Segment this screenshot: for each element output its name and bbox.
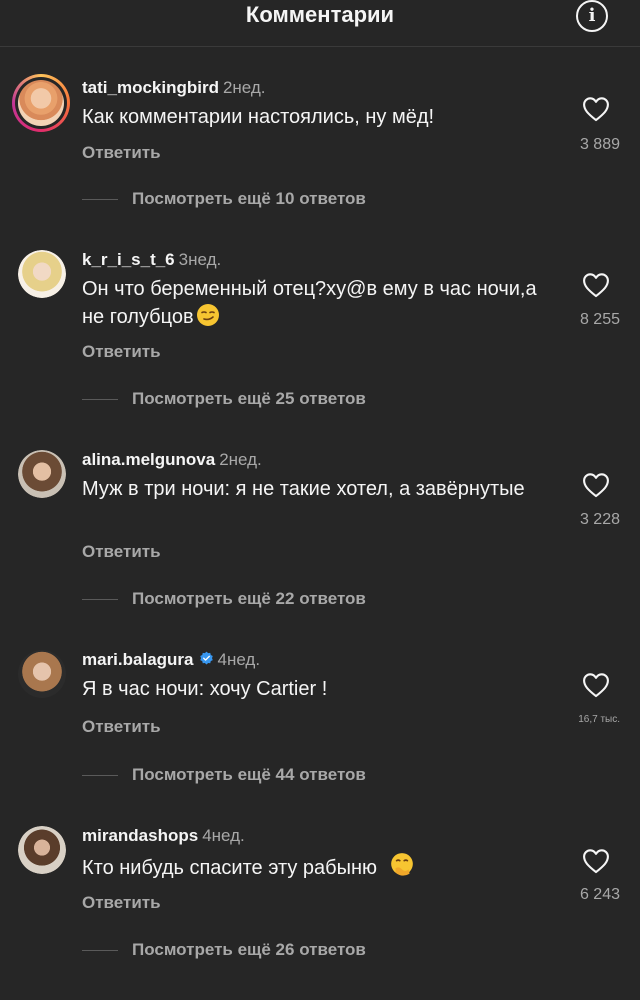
timestamp: 2нед. xyxy=(219,450,262,469)
view-replies-button[interactable]: Посмотреть ещё 22 ответов xyxy=(82,588,366,610)
comment-text: Муж в три ночи: я не такие хотел, а завё… xyxy=(82,478,525,500)
username[interactable]: alina.melgunova xyxy=(82,450,215,469)
smirking-face-emoji xyxy=(196,304,219,326)
timestamp: 4нед. xyxy=(202,826,245,845)
heart-icon[interactable] xyxy=(582,848,610,874)
divider xyxy=(82,949,118,951)
avatar[interactable] xyxy=(18,250,66,298)
comment-text: Он что беременный отец?ху@в ему в час но… xyxy=(82,278,537,328)
view-replies-label: Посмотреть ещё 25 ответов xyxy=(132,389,366,408)
view-replies-button[interactable]: Посмотреть ещё 44 ответов xyxy=(82,764,366,786)
header: Комментарии i xyxy=(0,0,640,47)
view-replies-label: Посмотреть ещё 26 ответов xyxy=(132,940,366,959)
reply-button[interactable]: Ответить xyxy=(82,542,161,562)
view-replies-button[interactable]: Посмотреть ещё 10 ответов xyxy=(82,188,366,210)
info-icon[interactable]: i xyxy=(576,0,608,32)
timestamp: 3нед. xyxy=(178,250,222,269)
heart-icon[interactable] xyxy=(582,96,610,122)
view-replies-label: Посмотреть ещё 22 ответов xyxy=(132,589,366,608)
username[interactable]: mari.balagura xyxy=(82,650,194,669)
like-count: 16,7 тыс. xyxy=(578,714,620,725)
comment-text: Как комментарии настоялись, ну мёд! xyxy=(82,106,435,128)
heart-icon[interactable] xyxy=(582,272,610,298)
view-replies-button[interactable]: Посмотреть ещё 26 ответов xyxy=(82,939,366,961)
view-replies-button[interactable]: Посмотреть ещё 25 ответов xyxy=(82,388,366,410)
reply-button[interactable]: Ответить xyxy=(82,717,161,737)
heart-icon[interactable] xyxy=(582,672,610,698)
comment-text: Я в час ночи: хочу Cartier ! xyxy=(82,678,328,700)
like-count: 3 228 xyxy=(579,511,620,528)
verified-badge-icon xyxy=(199,651,213,665)
like-count: 6 243 xyxy=(579,886,620,903)
comment-text: Кто нибудь спасите эту рабыню xyxy=(82,857,378,879)
avatar[interactable] xyxy=(12,74,70,132)
reply-button[interactable]: Ответить xyxy=(82,143,161,163)
like-count: 8 255 xyxy=(579,311,620,328)
avatar[interactable] xyxy=(18,650,66,698)
divider xyxy=(82,774,118,776)
username[interactable]: mirandashops xyxy=(82,826,198,845)
heart-icon[interactable] xyxy=(582,472,610,498)
view-replies-label: Посмотреть ещё 44 ответов xyxy=(132,765,366,784)
like-count: 3 889 xyxy=(579,136,620,153)
username[interactable]: k_r_i_s_t_6 xyxy=(82,250,175,269)
reply-button[interactable]: Ответить xyxy=(82,893,161,913)
reply-button[interactable]: Ответить xyxy=(82,342,161,362)
timestamp: 2нед. xyxy=(222,78,266,97)
avatar[interactable] xyxy=(18,826,66,874)
divider xyxy=(82,198,118,200)
view-replies-label: Посмотреть ещё 10 ответов xyxy=(132,189,366,208)
avatar[interactable] xyxy=(18,450,66,498)
divider xyxy=(82,398,118,400)
username[interactable]: tati_mockingbird xyxy=(82,78,219,97)
face-with-hand-over-mouth-emoji xyxy=(390,853,413,876)
divider xyxy=(82,598,118,600)
timestamp: 4нед. xyxy=(217,650,261,669)
page-title: Комментарии xyxy=(245,2,395,27)
